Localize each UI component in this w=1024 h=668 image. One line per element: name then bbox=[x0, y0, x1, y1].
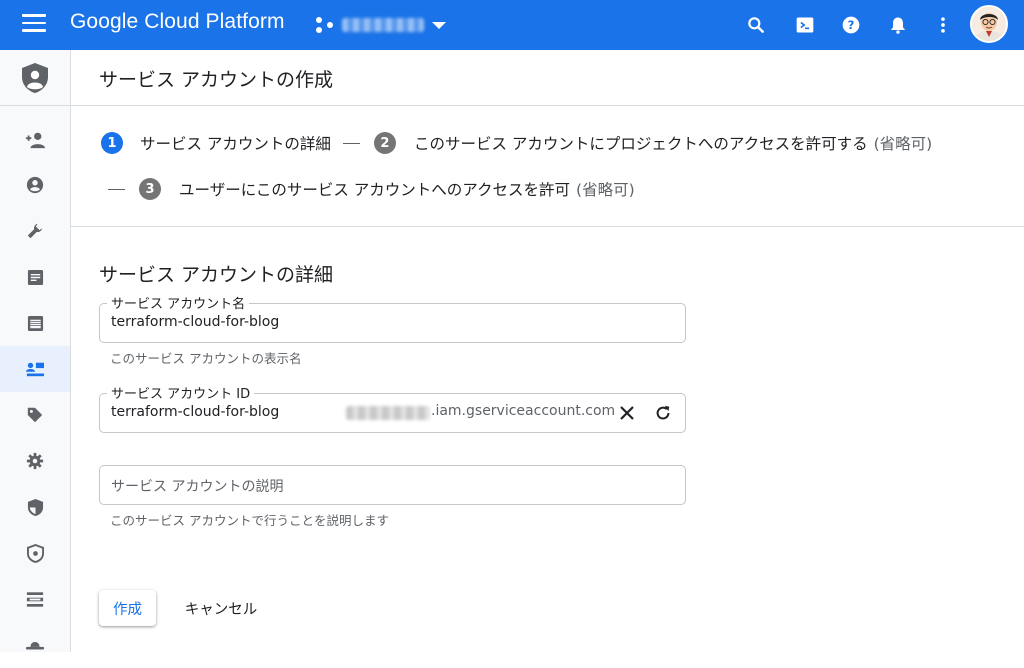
domain-suffix: .iam.gserviceaccount.com bbox=[431, 403, 616, 419]
step-3[interactable]: 3 ユーザーにこのサービス アカウントへのアクセスを許可 (省略可) bbox=[108, 178, 635, 200]
step-number: 2 bbox=[373, 132, 396, 154]
step-number: 1 bbox=[101, 132, 123, 154]
calendar-icon bbox=[27, 315, 43, 331]
sidebar-item-tags[interactable] bbox=[0, 392, 70, 438]
step-label: このサービス アカウントにプロジェクトへのアクセスを許可する bbox=[413, 135, 868, 153]
top-app-bar: Google Cloud Platform ? bbox=[0, 0, 1024, 50]
menu-icon[interactable] bbox=[22, 14, 46, 34]
create-button[interactable]: 作成 bbox=[99, 590, 156, 626]
sidebar-item-settings[interactable] bbox=[0, 438, 70, 484]
page-title: サービス アカウントの作成 bbox=[99, 69, 334, 91]
document-icon bbox=[27, 269, 43, 285]
gear-icon bbox=[26, 452, 44, 470]
sidebar-item-account[interactable] bbox=[0, 162, 70, 208]
sidebar-item-add-person[interactable] bbox=[0, 117, 70, 163]
search-icon[interactable] bbox=[744, 13, 768, 37]
step-label: ユーザーにこのサービス アカウントへのアクセスを許可 bbox=[179, 181, 571, 199]
help-icon[interactable]: ? bbox=[839, 13, 863, 37]
stepper: 1 サービス アカウントの詳細 2 このサービス アカウントにプロジェクトへのア… bbox=[71, 107, 1024, 227]
field-placeholder[interactable]: サービス アカウントの説明 bbox=[111, 476, 283, 496]
iam-shield-icon bbox=[22, 62, 48, 93]
cancel-button[interactable]: キャンセル bbox=[175, 590, 267, 626]
field-value[interactable]: terraform-cloud-for-blog bbox=[111, 404, 279, 420]
cloud-shell-icon[interactable] bbox=[793, 13, 817, 37]
app-title[interactable]: Google Cloud Platform bbox=[70, 10, 285, 34]
field-label: サービス アカウント ID bbox=[107, 383, 255, 402]
project-selector[interactable] bbox=[316, 13, 446, 37]
svg-text:?: ? bbox=[848, 18, 855, 32]
shield-icon bbox=[27, 498, 43, 516]
tag-icon bbox=[27, 407, 43, 423]
step-label: サービス アカウントの詳細 bbox=[140, 135, 331, 153]
sidebar-item-policy[interactable] bbox=[0, 530, 70, 576]
wrench-icon bbox=[27, 223, 43, 239]
sidebar-item-service-accounts[interactable] bbox=[0, 346, 70, 392]
sidebar-item-hat[interactable] bbox=[0, 622, 70, 668]
sidebar-item-list[interactable] bbox=[0, 576, 70, 622]
service-account-description-field[interactable]: サービス アカウントの説明 bbox=[99, 465, 686, 505]
hat-icon bbox=[25, 642, 45, 650]
sidebar-item-calendar[interactable] bbox=[0, 300, 70, 346]
avatar[interactable] bbox=[970, 5, 1008, 43]
step-optional: (省略可) bbox=[576, 181, 635, 199]
service-account-id-field[interactable]: サービス アカウント ID terraform-cloud-for-blog .… bbox=[99, 383, 686, 433]
shield-settings-icon bbox=[26, 543, 44, 563]
sidebar-item-document[interactable] bbox=[0, 254, 70, 300]
add-person-icon bbox=[25, 132, 45, 149]
clear-icon[interactable] bbox=[616, 402, 638, 424]
project-id-redacted bbox=[346, 406, 430, 420]
project-name-redacted bbox=[342, 18, 424, 32]
step-1[interactable]: 1 サービス アカウントの詳細 2 このサービス アカウントにプロジェクトへのア… bbox=[101, 132, 932, 154]
step-connector bbox=[108, 188, 125, 190]
chevron-down-icon bbox=[432, 21, 446, 29]
field-label: サービス アカウント名 bbox=[107, 293, 250, 312]
step-number: 3 bbox=[139, 178, 161, 200]
section-title: サービス アカウントの詳細 bbox=[99, 264, 334, 286]
field-value[interactable]: terraform-cloud-for-blog bbox=[111, 314, 279, 330]
refresh-icon[interactable] bbox=[652, 402, 674, 424]
list-icon bbox=[26, 591, 44, 607]
service-account-name-field[interactable]: サービス アカウント名 terraform-cloud-for-blog bbox=[99, 293, 686, 343]
sidebar-header bbox=[0, 50, 70, 106]
service-account-icon bbox=[26, 362, 44, 377]
step-optional: (省略可) bbox=[873, 135, 933, 153]
account-circle-icon bbox=[26, 176, 44, 194]
page-header: サービス アカウントの作成 bbox=[71, 50, 1024, 106]
notifications-icon[interactable] bbox=[886, 13, 910, 37]
sidebar-item-security[interactable] bbox=[0, 484, 70, 530]
field-hint: このサービス アカウントの表示名 bbox=[110, 351, 302, 366]
more-vert-icon[interactable] bbox=[931, 13, 955, 37]
project-hierarchy-icon bbox=[316, 16, 334, 34]
step-connector bbox=[342, 142, 360, 144]
sidebar-item-wrench[interactable] bbox=[0, 208, 70, 254]
field-hint: このサービス アカウントで行うことを説明します bbox=[110, 513, 389, 528]
